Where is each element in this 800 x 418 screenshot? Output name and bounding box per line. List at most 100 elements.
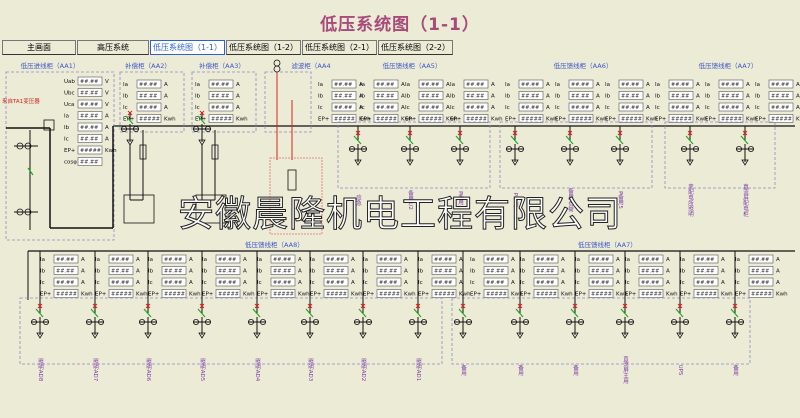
feeder-bottom-label-7: 照明AD2 <box>360 359 367 382</box>
meter-aa3-label: Ib <box>195 94 201 100</box>
meter-aa3-unit: Kwh <box>236 117 248 123</box>
meter-bottom-feeder-6-unit: Kwh <box>351 292 363 298</box>
meter-top-feeder-9-label: Ic <box>705 105 710 111</box>
screen: 低压系统图（1-1） 主画面 高压系统 低压系统图（1-1） 低压系统图（1-2… <box>0 0 800 418</box>
meter-aa1-unit: V <box>105 91 109 97</box>
cabinet-label-top-5: 低压馈线柜（AA5） <box>383 61 442 70</box>
meter-bottom-feeder-4-value: ##.## <box>218 257 236 263</box>
meter-bottom-feeder-4-unit: A <box>243 269 247 275</box>
cabinet-label-top-1: 低压进线柜（AA1） <box>21 61 80 70</box>
meter-bottom-feeder-10-unit: A <box>561 269 565 275</box>
meter-top-feeder-8-unit: A <box>696 94 700 100</box>
meter-top-feeder-4-unit: A <box>491 105 495 111</box>
meter-bottom-feeder-2-label: EP+ <box>95 292 107 298</box>
meter-aa1-unit: V <box>105 102 109 108</box>
meter-aa2-value: ##.## <box>139 82 157 88</box>
filter-symbol-icon <box>273 59 281 67</box>
meter-bottom-feeder-10-value: ##.## <box>536 257 554 263</box>
meter-bottom-feeder-1-unit: A <box>81 269 85 275</box>
meter-bottom-feeder-7-value: ##.## <box>379 280 397 286</box>
meter-bottom-feeder-11-value: ##.## <box>591 280 609 286</box>
meter-bottom-feeder-6-unit: A <box>351 280 355 286</box>
meter-top-feeder-6-value: ##.## <box>571 82 589 88</box>
meter-bottom-feeder-13-unit: A <box>721 257 725 263</box>
meter-bottom-feeder-1-unit: Kwh <box>81 292 93 298</box>
meter-top-feeder-6-label: Ib <box>555 94 561 100</box>
meter-top-feeder-3-value: ##.## <box>421 105 439 111</box>
meter-bottom-feeder-8-value: ##.## <box>434 257 452 263</box>
meter-top-feeder-9-value: ##.## <box>721 94 739 100</box>
meter-top-feeder-10-value: ##.## <box>771 105 789 111</box>
meter-bottom-feeder-13-unit: Kwh <box>721 292 733 298</box>
meter-top-feeder-10-label: Ic <box>755 105 760 111</box>
meter-bottom-feeder-12-label: Ib <box>625 269 631 275</box>
meter-bottom-feeder-5-unit: A <box>298 257 302 263</box>
meter-top-feeder-9-unit: A <box>746 105 750 111</box>
meter-bottom-feeder-7-label: EP+ <box>363 292 375 298</box>
meter-top-feeder-8-unit: A <box>696 82 700 88</box>
feeder-group-top-3-border <box>664 121 776 189</box>
meter-top-feeder-7-unit: A <box>646 82 650 88</box>
feeder-bottom-label-6: 照明AD3 <box>307 359 314 382</box>
meter-bottom-feeder-10-value: ##.## <box>536 269 554 275</box>
feeder-bottom-label-4: 照明AD5 <box>199 359 206 382</box>
meter-bottom-feeder-10-label: Ib <box>520 269 526 275</box>
cabinet-aa4-meter-border <box>264 71 312 133</box>
meter-top-feeder-9-unit: A <box>746 82 750 88</box>
feeder-bottom-label-1: 照明AD8 <box>37 359 44 382</box>
meter-bottom-feeder-5-label: Ic <box>257 280 262 286</box>
meter-bottom-feeder-7-unit: A <box>404 280 408 286</box>
meter-bottom-feeder-8-unit: A <box>459 257 463 263</box>
meter-aa3-value: ##.## <box>211 82 229 88</box>
cabinet-label-bottom-2: 低压馈线柜（AA7） <box>578 240 637 249</box>
meter-bottom-feeder-7-unit: A <box>404 257 408 263</box>
meter-top-feeder-8-unit: A <box>696 105 700 111</box>
meter-bottom-feeder-13-label: EP+ <box>680 292 692 298</box>
meter-aa1-unit: A <box>105 137 109 143</box>
meter-top-feeder-8-label: Ia <box>655 82 660 88</box>
meter-aa1-unit: V <box>105 79 109 85</box>
meter-top-feeder-10-value: ##.## <box>771 94 789 100</box>
meter-bottom-feeder-3-label: Ib <box>148 269 154 275</box>
meter-aa3-value: ##.## <box>211 94 229 100</box>
meter-bottom-feeder-2-value: ##.## <box>111 269 129 275</box>
meter-top-feeder-1-label: Ib <box>318 94 324 100</box>
meter-bottom-feeder-5-unit: A <box>298 280 302 286</box>
meter-bottom-feeder-6-value: ##### <box>326 292 347 298</box>
meter-top-feeder-10-unit: A <box>796 94 800 100</box>
meter-bottom-feeder-7-value: ##### <box>379 292 400 298</box>
meter-top-feeder-8-label: Ic <box>655 105 660 111</box>
meter-bottom-feeder-3-value: ##### <box>164 292 185 298</box>
meter-aa2-unit: A <box>164 94 168 100</box>
meter-top-feeder-5-label: Ic <box>505 105 510 111</box>
meter-aa1-label: cosφ <box>64 160 77 166</box>
meter-bottom-feeder-14-label: EP+ <box>735 292 747 298</box>
cabinet-label-bottom-1: 低压馈线柜（AA8） <box>245 240 304 249</box>
meter-bottom-feeder-6-label: EP+ <box>310 292 322 298</box>
meter-bottom-feeder-8-label: EP+ <box>418 292 430 298</box>
meter-top-feeder-2-label: Ia <box>360 82 365 88</box>
meter-top-feeder-4-unit: A <box>491 82 495 88</box>
meter-top-feeder-7-unit: A <box>646 94 650 100</box>
meter-top-feeder-3-label: Ia <box>405 82 410 88</box>
meter-bottom-feeder-7-label: Ic <box>363 280 368 286</box>
meter-bottom-feeder-12-unit: A <box>666 280 670 286</box>
meter-bottom-feeder-3-unit: A <box>189 257 193 263</box>
meter-bottom-feeder-12-unit: Kwh <box>666 292 678 298</box>
meter-aa1-value: ##.## <box>80 91 98 97</box>
meter-top-feeder-5-label: Ia <box>505 82 510 88</box>
meter-bottom-feeder-5-label: Ib <box>257 269 263 275</box>
meter-bottom-feeder-7-unit: A <box>404 269 408 275</box>
meter-bottom-feeder-3-unit: A <box>189 269 193 275</box>
meter-top-feeder-3-value: ##.## <box>421 82 439 88</box>
meter-bottom-feeder-14-value: ##.## <box>751 257 769 263</box>
meter-top-feeder-4-label: Ic <box>450 105 455 111</box>
meter-aa1-value: ##.## <box>80 114 98 120</box>
meter-top-feeder-4-label: Ia <box>450 82 455 88</box>
meter-aa1-label: Ubc <box>64 91 75 97</box>
meter-bottom-feeder-6-unit: A <box>351 269 355 275</box>
meter-bottom-feeder-13-value: ##.## <box>696 269 714 275</box>
meter-top-feeder-2-label: Ic <box>360 105 365 111</box>
meter-bottom-feeder-4-label: Ic <box>202 280 207 286</box>
cabinet-label-top-3: 补偿柜（AA3） <box>199 61 245 70</box>
